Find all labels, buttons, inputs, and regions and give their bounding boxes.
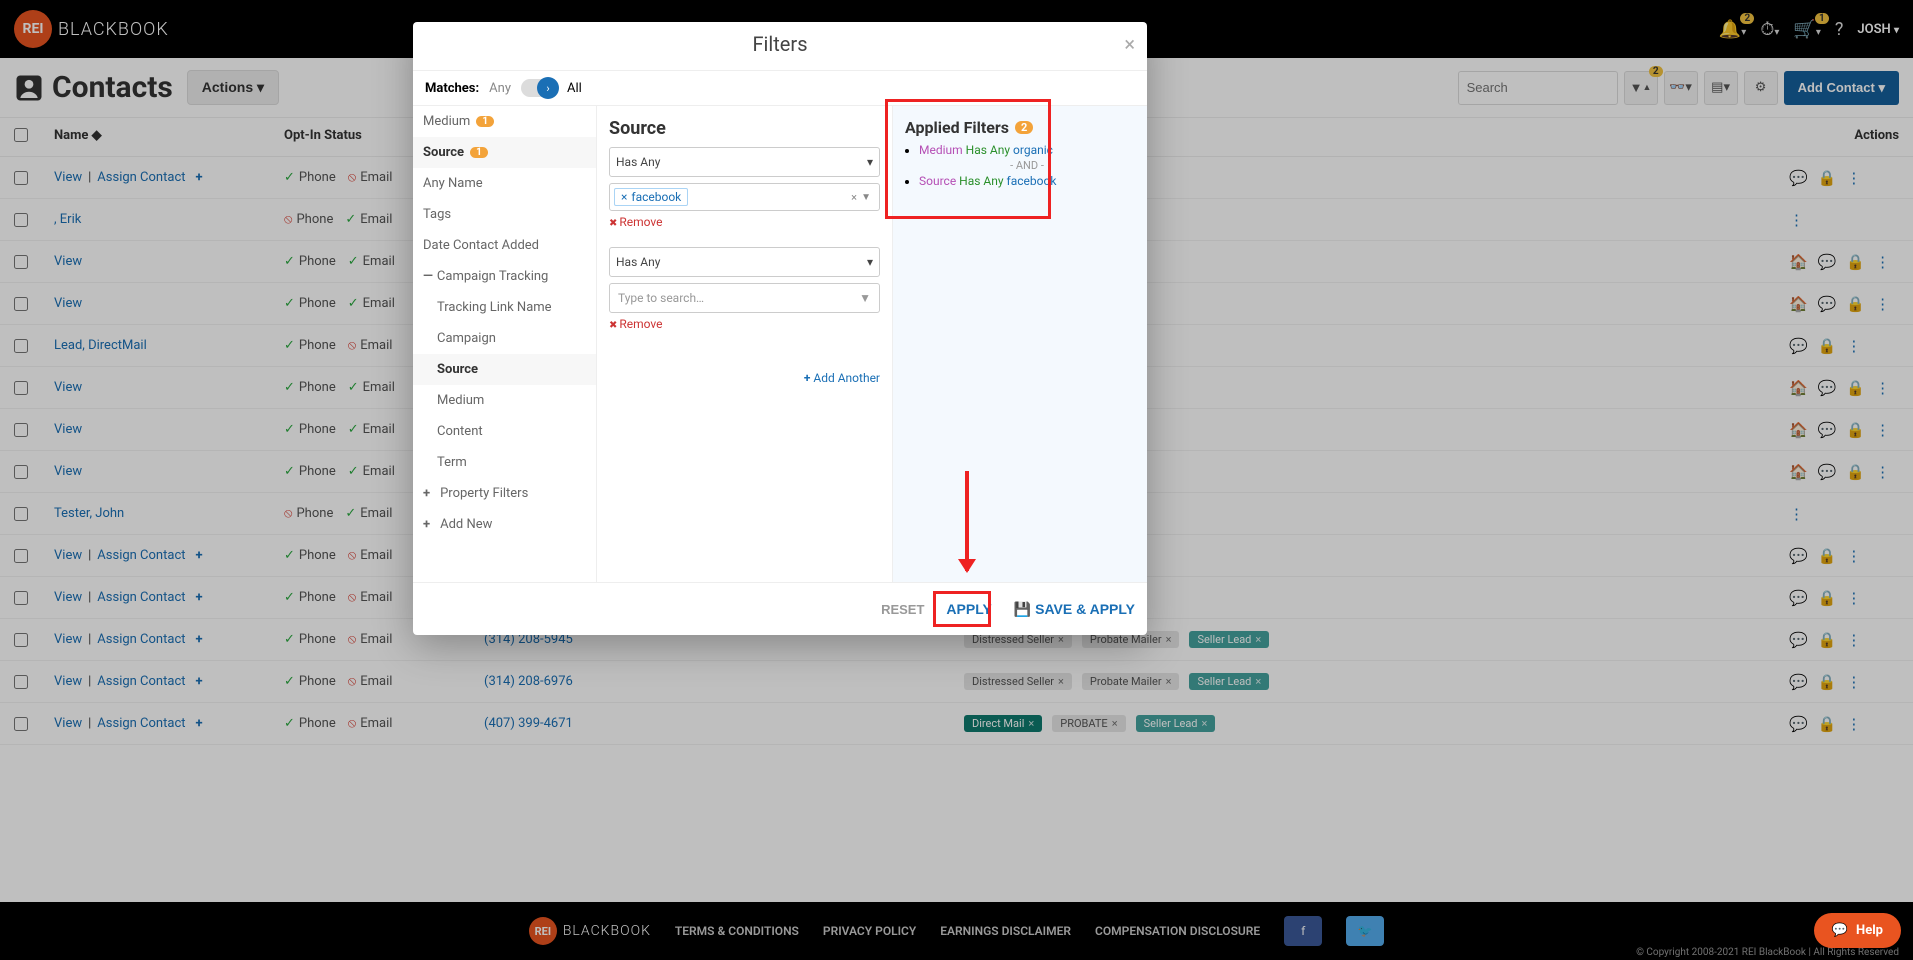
filter-panel: Source Has Any▾ ×facebook × ▼ Remove Has… (597, 106, 893, 582)
applied-filter-2: Source Has Any facebook (919, 174, 1135, 188)
save-apply-button[interactable]: 💾 SAVE & APPLY (1014, 601, 1135, 618)
sidebar-item[interactable]: Medium1 (413, 106, 596, 137)
apply-button[interactable]: APPLY (936, 595, 1001, 623)
sidebar-item[interactable]: Tracking Link Name (413, 292, 596, 323)
token-remove[interactable]: × (621, 190, 627, 204)
remove-filter-1[interactable]: Remove (609, 215, 880, 229)
annotation-arrow (965, 471, 969, 571)
sidebar-item[interactable]: Date Contact Added (413, 230, 596, 261)
sidebar-item[interactable]: Campaign (413, 323, 596, 354)
filters-modal: Filters × Matches: Any › All Medium1Sour… (413, 22, 1147, 635)
remove-filter-2[interactable]: Remove (609, 317, 880, 331)
condition-select-1[interactable]: Has Any▾ (609, 147, 880, 177)
sidebar-item[interactable]: Content (413, 416, 596, 447)
matches-toggle-row: Matches: Any › All (413, 71, 1147, 106)
close-icon[interactable]: × (1124, 32, 1135, 56)
sidebar-add[interactable]: Add New (413, 509, 596, 540)
help-button[interactable]: 💬 Help (1814, 913, 1901, 948)
chevron-down-icon[interactable]: ▼ (861, 192, 871, 203)
applied-filter-1: Medium Has Any organic (919, 143, 1135, 157)
sidebar-add[interactable]: Property Filters (413, 478, 596, 509)
sidebar-group[interactable]: Campaign Tracking (413, 261, 596, 292)
condition-select-2[interactable]: Has Any▾ (609, 247, 880, 277)
matches-toggle[interactable]: › (521, 79, 557, 97)
sidebar-item[interactable]: Source (413, 354, 596, 385)
applied-filters-title: Applied Filters2 (905, 118, 1135, 137)
filter-panel-title: Source (609, 118, 880, 139)
modal-footer: RESET APPLY 💾 SAVE & APPLY (413, 582, 1147, 635)
source-value-input-2[interactable]: Type to search…▼ (609, 283, 880, 313)
applied-filters-panel: Applied Filters2 Medium Has Any organic … (893, 106, 1147, 582)
modal-title: Filters × (413, 22, 1147, 71)
sidebar-item[interactable]: Tags (413, 199, 596, 230)
sidebar-item[interactable]: Any Name (413, 168, 596, 199)
clear-icon[interactable]: × (851, 191, 857, 204)
sidebar-item[interactable]: Term (413, 447, 596, 478)
filter-sidebar: Medium1Source1Any NameTagsDate Contact A… (413, 106, 597, 582)
add-another-button[interactable]: Add Another (609, 371, 880, 385)
matches-any: Any (489, 81, 511, 96)
sidebar-item[interactable]: Source1 (413, 137, 596, 168)
applied-and: - AND - (919, 159, 1135, 172)
token-facebook: ×facebook (614, 188, 688, 206)
matches-label: Matches: (425, 81, 479, 96)
source-value-input-1[interactable]: ×facebook × ▼ (609, 183, 880, 211)
matches-all: All (567, 81, 582, 96)
sidebar-item[interactable]: Medium (413, 385, 596, 416)
reset-button[interactable]: RESET (881, 602, 924, 617)
